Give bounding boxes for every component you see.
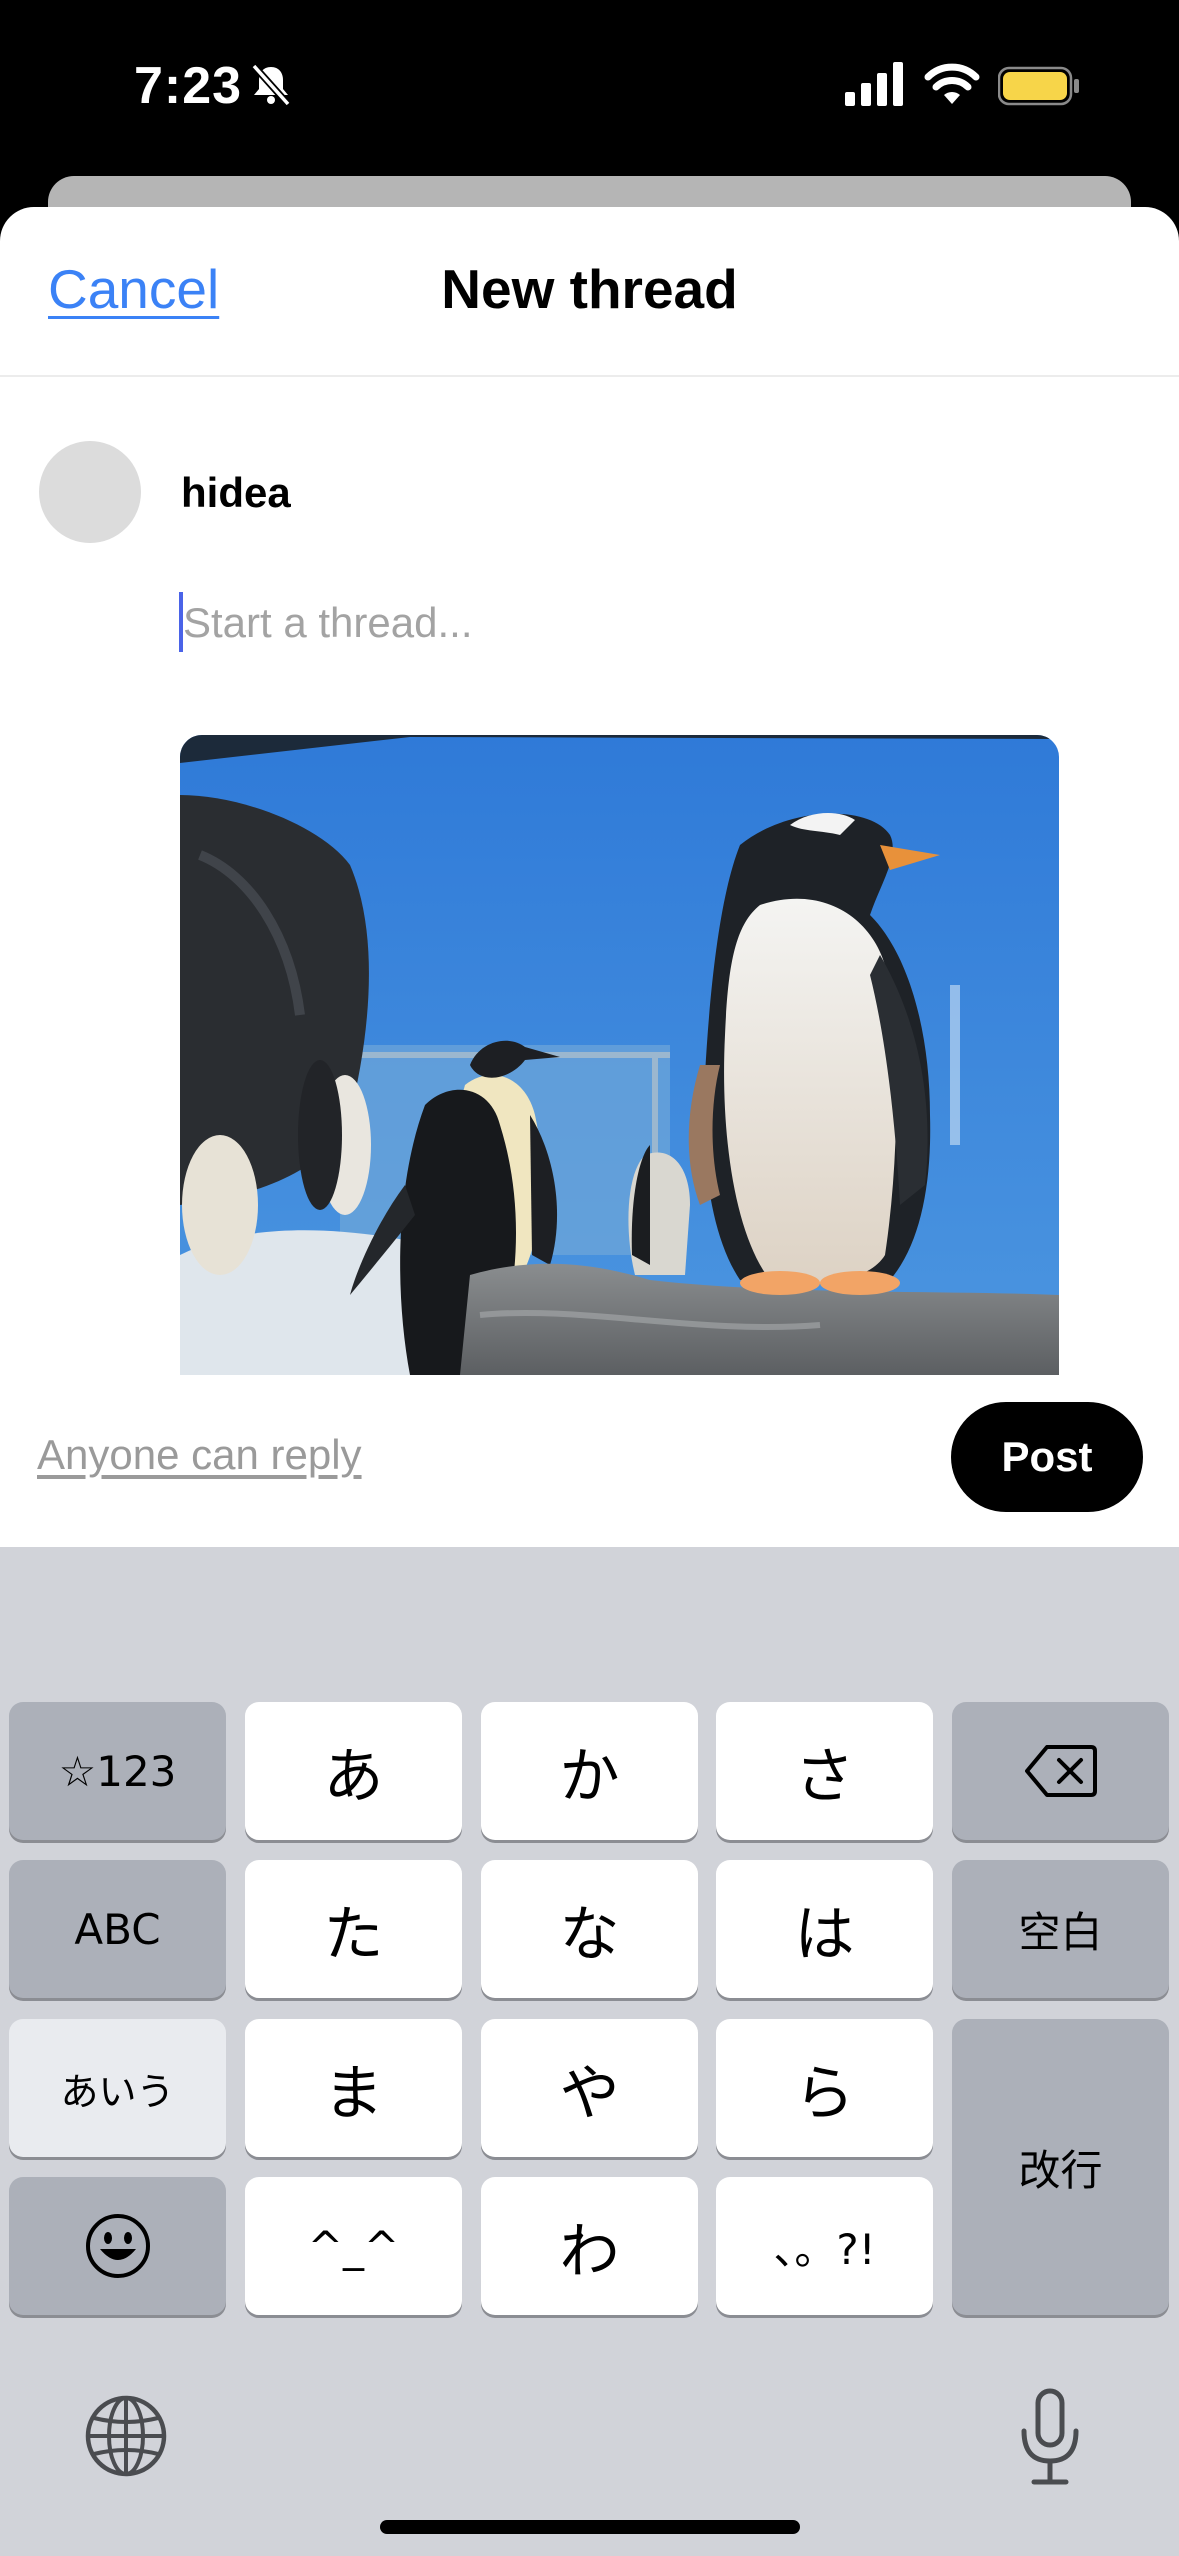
- key-kana-mode[interactable]: あいう: [9, 2019, 226, 2157]
- key-ha[interactable]: は: [716, 1860, 933, 1998]
- thread-text-input[interactable]: [183, 592, 1063, 654]
- key-ra[interactable]: ら: [716, 2019, 933, 2157]
- cellular-signal-icon: [845, 62, 903, 106]
- backspace-icon: [1024, 1745, 1097, 1797]
- globe-icon[interactable]: [84, 2394, 168, 2478]
- key-kaomoji[interactable]: ^_^: [245, 2177, 462, 2315]
- status-bar: 7:23: [0, 0, 1179, 175]
- nav-bar: Cancel New thread: [0, 207, 1179, 377]
- page-title: New thread: [441, 258, 738, 320]
- status-time: 7:23: [134, 57, 243, 115]
- space-key[interactable]: 空白: [952, 1860, 1169, 1998]
- bell-slash-icon: [251, 63, 291, 107]
- return-key[interactable]: 改行: [952, 2019, 1169, 2315]
- japanese-keyboard: ☆123 あ か さ ABC た な は 空白 あいう ま や ら 改行 ^_^…: [0, 1547, 1179, 2556]
- key-ta[interactable]: た: [245, 1860, 462, 1998]
- key-a[interactable]: あ: [245, 1702, 462, 1840]
- backspace-key[interactable]: [952, 1702, 1169, 1840]
- key-abc[interactable]: ABC: [9, 1860, 226, 1998]
- key-ma[interactable]: ま: [245, 2019, 462, 2157]
- key-na[interactable]: な: [481, 1860, 698, 1998]
- key-sa[interactable]: さ: [716, 1702, 933, 1840]
- penguin-photo: [180, 735, 1059, 1375]
- key-numbers[interactable]: ☆123: [9, 1702, 226, 1840]
- emoji-key[interactable]: [9, 2177, 226, 2315]
- key-wa[interactable]: わ: [481, 2177, 698, 2315]
- wifi-icon: [924, 63, 980, 104]
- post-button[interactable]: Post: [951, 1402, 1143, 1512]
- key-ya[interactable]: や: [481, 2019, 698, 2157]
- new-thread-sheet: Cancel New thread hidea Start a thread..…: [0, 207, 1179, 1547]
- username: hidea: [181, 469, 291, 516]
- emoji-icon: [85, 2214, 150, 2278]
- reply-setting-link[interactable]: Anyone can reply: [37, 1431, 362, 1479]
- home-indicator: [380, 2520, 800, 2534]
- microphone-icon[interactable]: [1014, 2387, 1086, 2487]
- battery-icon: [998, 66, 1079, 106]
- attached-photo[interactable]: [180, 735, 1059, 1375]
- avatar[interactable]: [39, 441, 141, 543]
- key-ka[interactable]: か: [481, 1702, 698, 1840]
- key-punctuation[interactable]: 、。?!: [716, 2177, 933, 2315]
